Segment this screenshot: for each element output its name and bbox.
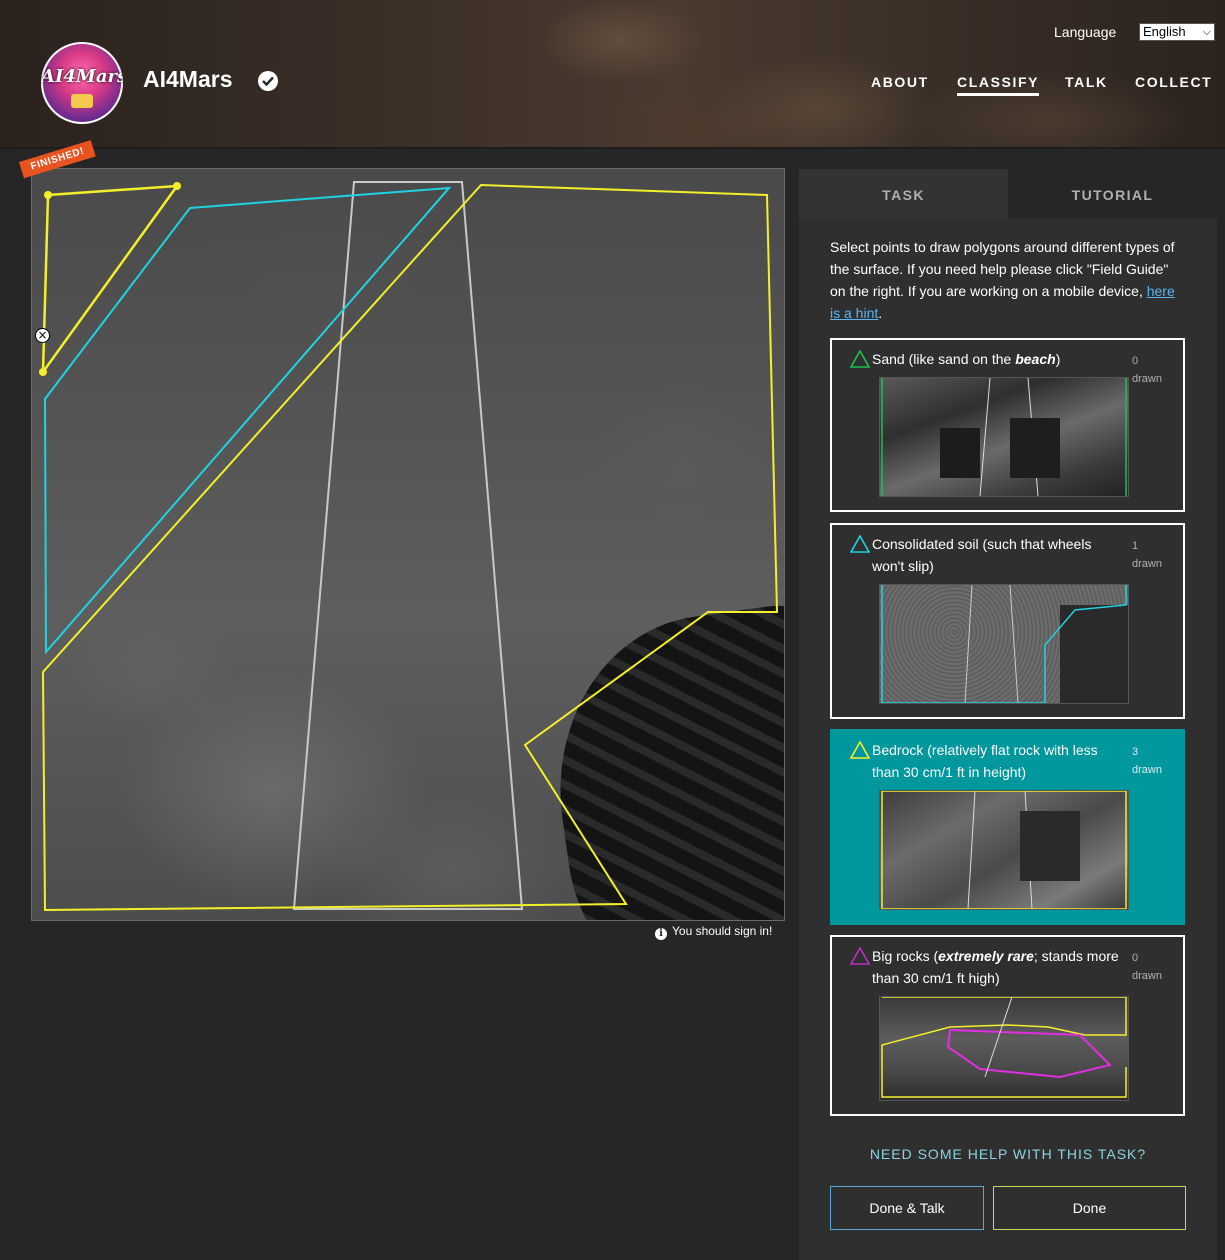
choice-consolidated-soil[interactable]: Consolidated soil (such that wheels won'… [830, 523, 1185, 719]
bedrock-triangle-polygon [41, 184, 180, 377]
nav-talk[interactable]: TALK [1065, 74, 1108, 90]
example-image-soil [879, 584, 1129, 704]
rover-icon [71, 94, 93, 108]
soil-polygon [43, 186, 452, 655]
example-image-big-rocks [879, 996, 1129, 1101]
tab-task[interactable]: TASK [799, 169, 1008, 218]
chevron-down-icon: ⌵ [1202, 26, 1211, 38]
subject-image-viewer[interactable] [31, 168, 785, 921]
polygon-vertex [173, 182, 181, 190]
triangle-outline-icon [850, 741, 870, 759]
need-help-link[interactable]: NEED SOME HELP WITH THIS TASK? [799, 1146, 1217, 1162]
choice-label: Bedrock (relatively flat rock with less … [872, 742, 1098, 780]
delete-polygon-icon[interactable]: × [35, 328, 50, 343]
nav-classify[interactable]: CLASSIFY [957, 74, 1040, 96]
nav-about[interactable]: ABOUT [871, 74, 929, 90]
task-panel: TASK TUTORIAL Select points to draw poly… [799, 169, 1217, 1260]
language-label: Language [1054, 24, 1117, 40]
choice-bedrock[interactable]: Bedrock (relatively flat rock with less … [830, 729, 1185, 925]
triangle-outline-icon [850, 947, 870, 965]
instructions-text: Select points to draw polygons around di… [830, 239, 1175, 299]
project-avatar[interactable]: AI4Mars [41, 42, 123, 124]
choice-label: Consolidated soil (such that wheels won'… [872, 536, 1092, 574]
site-header: AI4Mars AI4Mars Language English ⌵ ABOUT… [0, 0, 1225, 147]
example-image-sand [879, 377, 1129, 497]
language-select[interactable]: English ⌵ [1139, 23, 1215, 41]
example-image-bedrock [879, 790, 1129, 910]
bedrock-polygon [41, 183, 779, 912]
verified-icon [258, 71, 278, 91]
info-icon: i [655, 928, 667, 940]
guide-polygon [292, 181, 524, 910]
polygon-vertex [44, 191, 52, 199]
drawn-count: 1 drawn [1132, 540, 1162, 570]
choice-sand[interactable]: Sand (like sand on the beach) 0 drawn [830, 338, 1185, 512]
task-instructions: Select points to draw polygons around di… [830, 236, 1180, 324]
polygon-vertex [39, 368, 47, 376]
project-title[interactable]: AI4Mars [143, 66, 232, 93]
sign-in-note[interactable]: i You should sign in! [655, 924, 772, 940]
choice-label: Sand (like sand on the beach) [872, 351, 1061, 367]
drawn-count: 0 drawn [1132, 355, 1162, 385]
choice-label: Big rocks (extremely rare; stands more t… [872, 948, 1119, 986]
drawn-count: 3 drawn [1132, 746, 1162, 776]
tab-tutorial[interactable]: TUTORIAL [1008, 169, 1217, 218]
nav-collect[interactable]: COLLECT [1135, 74, 1212, 90]
header-divider [0, 147, 1225, 149]
language-selected-value: English [1143, 24, 1186, 39]
polygon-overlay[interactable] [32, 169, 784, 920]
triangle-outline-icon [850, 350, 870, 368]
done-and-talk-button[interactable]: Done & Talk [830, 1186, 984, 1230]
sign-in-text: You should sign in! [672, 924, 773, 938]
drawn-count: 0 drawn [1132, 952, 1162, 982]
done-button[interactable]: Done [993, 1186, 1186, 1230]
avatar-logo-text: AI4Mars [41, 66, 123, 87]
instructions-end: . [878, 305, 883, 321]
choice-big-rocks[interactable]: Big rocks (extremely rare; stands more t… [830, 935, 1185, 1116]
triangle-outline-icon [850, 535, 870, 553]
